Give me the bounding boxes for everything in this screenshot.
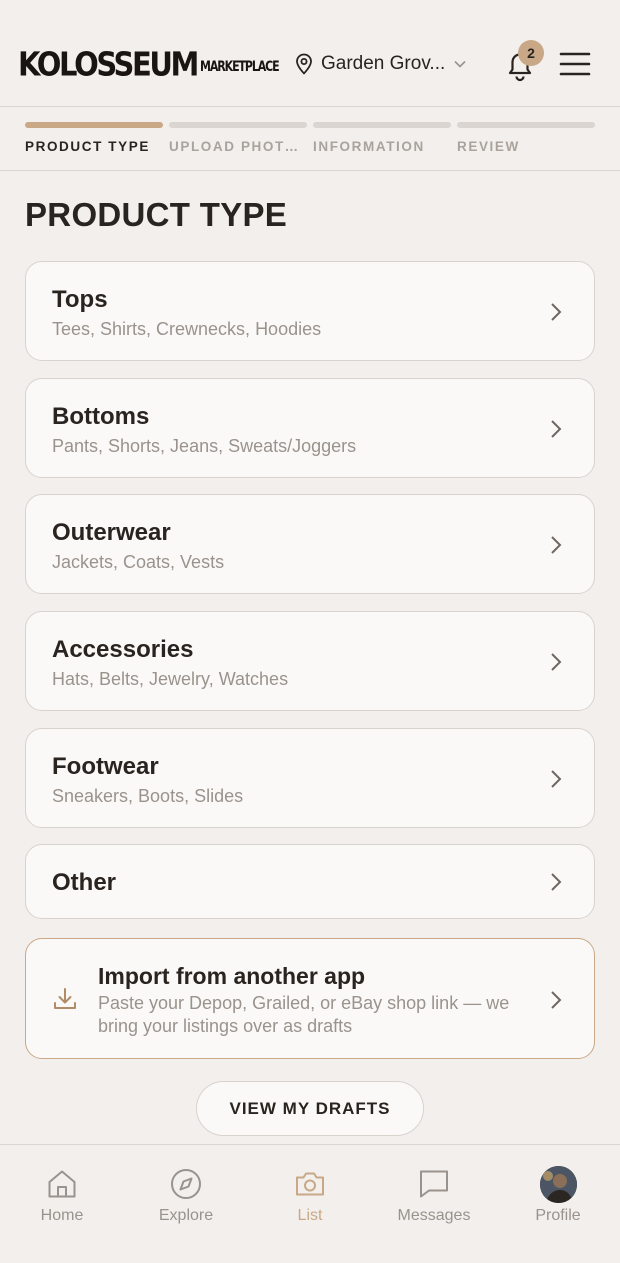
message-icon bbox=[420, 1170, 448, 1198]
category-other[interactable]: Other bbox=[25, 844, 595, 919]
step-product-type: PRODUCT TYPE bbox=[25, 122, 163, 154]
chevron-down-icon bbox=[454, 60, 466, 68]
category-footwear[interactable]: Footwear Sneakers, Boots, Slides bbox=[25, 728, 595, 828]
bottom-tab-bar: Home Explore List Messages Profile bbox=[0, 1144, 620, 1263]
chevron-right-icon bbox=[551, 536, 562, 554]
category-title: Other bbox=[52, 869, 117, 896]
logo-wordmark: KOLOSSEUM bbox=[18, 44, 199, 84]
category-title: Outerwear bbox=[52, 519, 171, 546]
category-tops[interactable]: Tops Tees, Shirts, Crewnecks, Hoodies bbox=[25, 261, 595, 361]
app-header: KOLOSSEUM MARKETPLACE Garden Grov... 2 bbox=[0, 0, 620, 107]
chevron-right-icon bbox=[551, 653, 562, 671]
logo[interactable]: KOLOSSEUM MARKETPLACE bbox=[18, 44, 280, 84]
menu-icon[interactable] bbox=[559, 50, 591, 78]
progress-steps: PRODUCT TYPE UPLOAD PHOTOS INFORMATION R… bbox=[0, 107, 620, 171]
tab-profile[interactable]: Profile bbox=[496, 1145, 620, 1263]
category-subtitle: Sneakers, Boots, Slides bbox=[52, 786, 244, 806]
import-title: Import from another app bbox=[98, 963, 366, 989]
page-title: PRODUCT TYPE bbox=[25, 196, 288, 233]
category-bottoms[interactable]: Bottoms Pants, Shorts, Jeans, Sweats/Jog… bbox=[25, 378, 595, 478]
category-title: Footwear bbox=[52, 753, 159, 780]
chevron-right-icon bbox=[551, 303, 562, 321]
step-information: INFORMATION bbox=[313, 122, 451, 154]
step-label: INFORMATION bbox=[313, 139, 425, 154]
tab-label: List bbox=[297, 1207, 323, 1224]
category-title: Tops bbox=[52, 286, 108, 313]
tab-label: Home bbox=[40, 1207, 84, 1224]
camera-icon bbox=[296, 1172, 324, 1196]
tab-messages[interactable]: Messages bbox=[372, 1145, 496, 1263]
view-drafts-button[interactable]: VIEW MY DRAFTS bbox=[196, 1081, 424, 1136]
tab-label: Explore bbox=[158, 1207, 214, 1224]
category-title: Bottoms bbox=[52, 403, 150, 430]
step-bar bbox=[25, 122, 163, 128]
category-accessories[interactable]: Accessories Hats, Belts, Jewelry, Watche… bbox=[25, 611, 595, 711]
import-description: Paste your Depop, Grailed, or eBay shop … bbox=[98, 993, 510, 1036]
step-bar bbox=[169, 122, 307, 128]
avatar bbox=[540, 1166, 577, 1203]
step-label: REVIEW bbox=[457, 139, 520, 154]
avatar-photo bbox=[540, 1166, 577, 1203]
chevron-right-icon bbox=[551, 420, 562, 438]
category-subtitle: Hats, Belts, Jewelry, Watches bbox=[52, 669, 289, 689]
step-label: UPLOAD PHOTOS bbox=[169, 139, 299, 154]
location-selector[interactable]: Garden Grov... bbox=[295, 50, 467, 78]
category-title: Accessories bbox=[52, 636, 194, 663]
download-icon bbox=[54, 988, 76, 1009]
step-bar bbox=[457, 122, 595, 128]
location-label: Garden Grov... bbox=[321, 53, 446, 74]
logo-subtitle: MARKETPLACE bbox=[200, 58, 280, 75]
step-upload-photos: UPLOAD PHOTOS bbox=[169, 122, 307, 154]
chevron-right-icon bbox=[551, 991, 562, 1009]
step-review: REVIEW bbox=[457, 122, 595, 154]
chevron-right-icon bbox=[551, 770, 562, 788]
step-bar bbox=[313, 122, 451, 128]
step-label: PRODUCT TYPE bbox=[25, 139, 150, 154]
tab-label: Profile bbox=[535, 1207, 581, 1224]
compass-icon bbox=[171, 1169, 201, 1199]
chevron-right-icon bbox=[551, 873, 562, 891]
home-icon bbox=[48, 1170, 76, 1198]
notification-badge: 2 bbox=[518, 40, 544, 66]
tab-home[interactable]: Home bbox=[0, 1145, 124, 1263]
category-outerwear[interactable]: Outerwear Jackets, Coats, Vests bbox=[25, 494, 595, 594]
location-pin-icon bbox=[296, 53, 312, 75]
category-subtitle: Tees, Shirts, Crewnecks, Hoodies bbox=[52, 319, 322, 339]
category-subtitle: Jackets, Coats, Vests bbox=[52, 552, 225, 572]
tab-label: Messages bbox=[397, 1207, 471, 1224]
tab-explore[interactable]: Explore bbox=[124, 1145, 248, 1263]
tab-list[interactable]: List bbox=[248, 1145, 372, 1263]
category-subtitle: Pants, Shorts, Jeans, Sweats/Joggers bbox=[52, 436, 357, 456]
import-from-app-card[interactable]: Import from another app Paste your Depop… bbox=[25, 938, 595, 1059]
